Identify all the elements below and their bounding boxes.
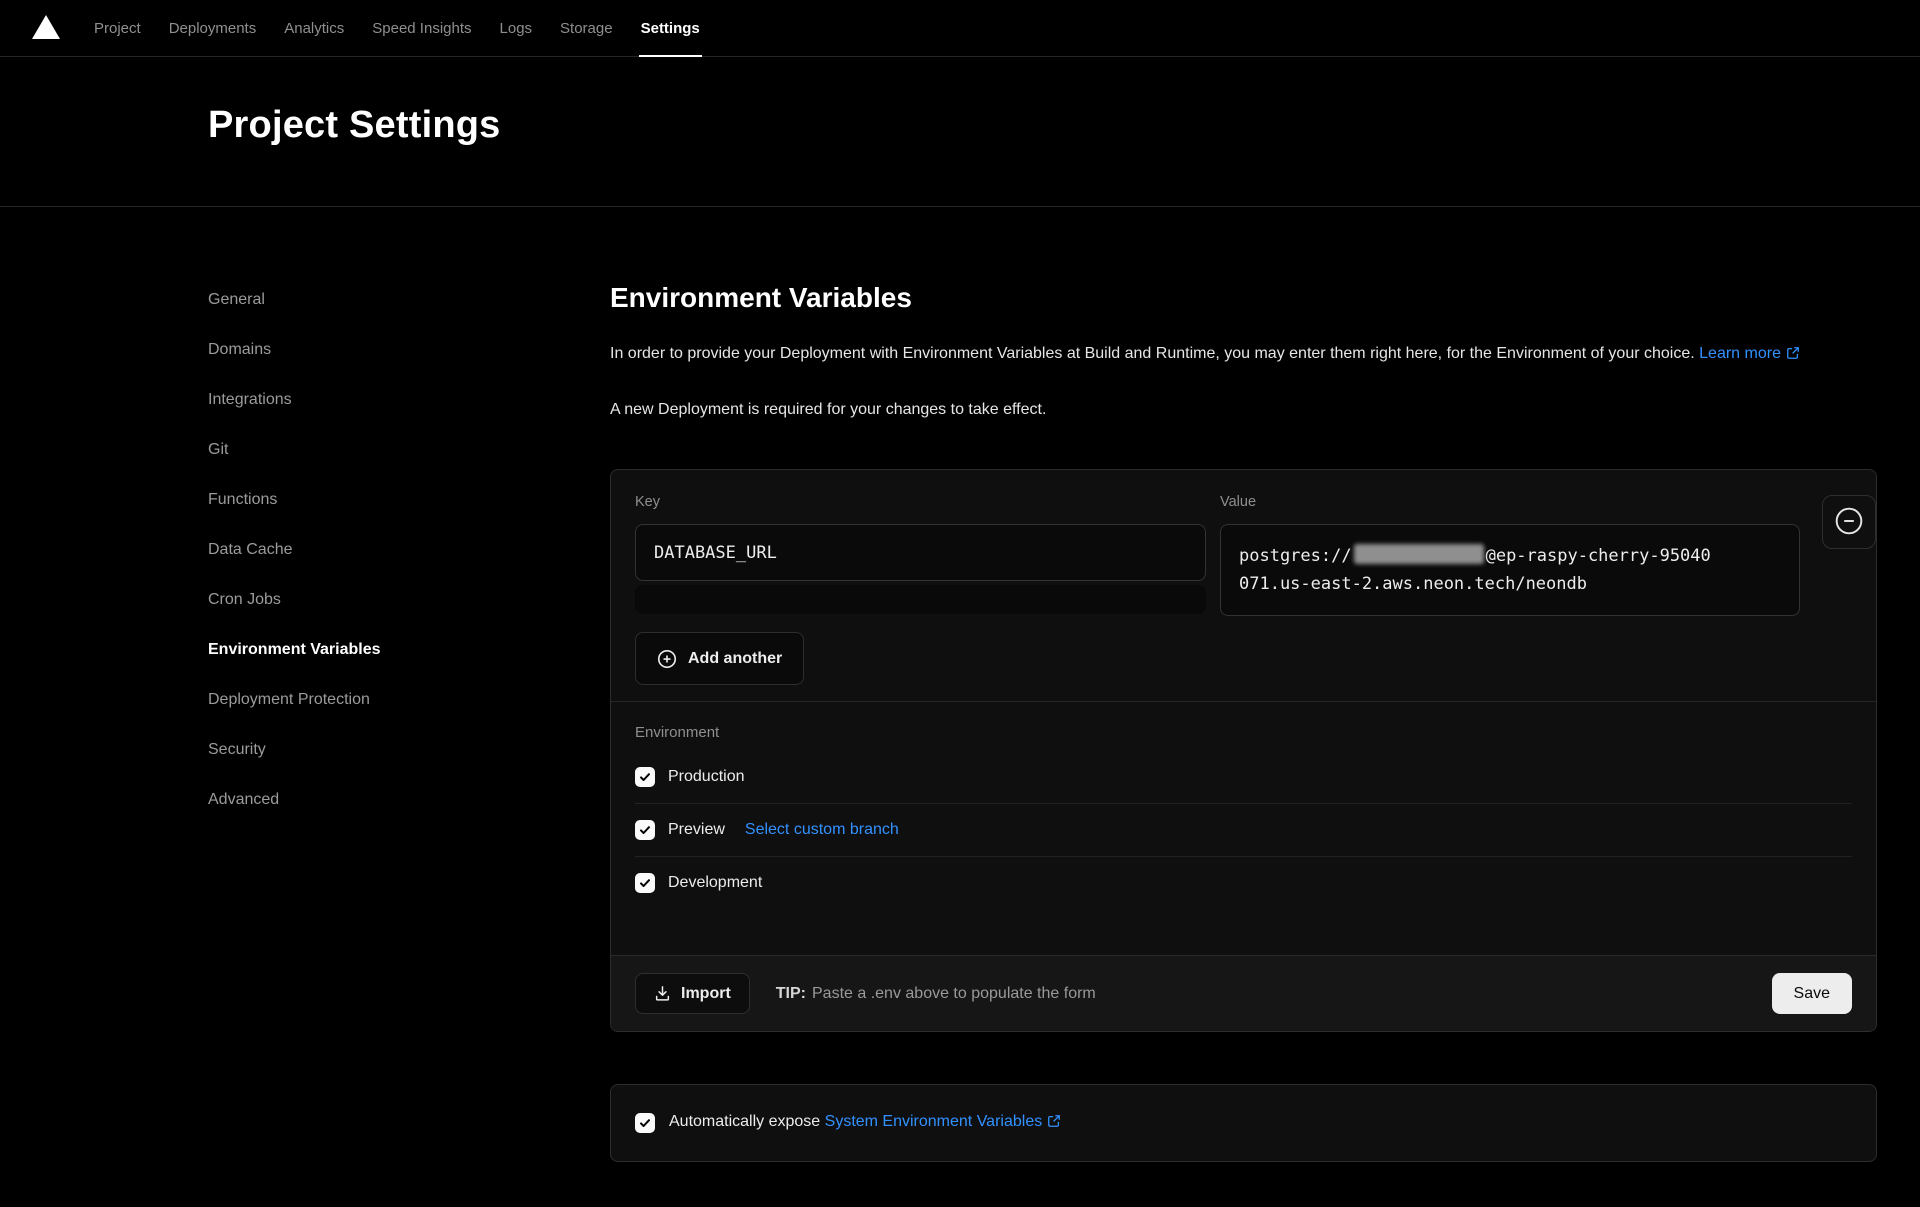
sidebar-item-advanced[interactable]: Advanced bbox=[208, 789, 610, 811]
external-link-icon bbox=[1047, 1114, 1061, 1133]
description-text: In order to provide your Deployment with… bbox=[610, 345, 1695, 362]
environment-section: Environment Production Preview Select cu… bbox=[635, 702, 1852, 931]
sidebar-item-functions[interactable]: Functions bbox=[208, 489, 610, 511]
value-label: Value bbox=[1220, 494, 1800, 510]
system-env-card: Automatically expose System Environment … bbox=[610, 1084, 1877, 1162]
top-navigation: Project Deployments Analytics Speed Insi… bbox=[0, 0, 1920, 57]
page-title: Project Settings bbox=[208, 101, 1920, 149]
preview-checkbox[interactable] bbox=[635, 820, 655, 840]
content-area: General Domains Integrations Git Functio… bbox=[0, 207, 1920, 1162]
environment-label: Environment bbox=[635, 724, 1852, 741]
key-label: Key bbox=[635, 494, 1206, 510]
sidebar-item-domains[interactable]: Domains bbox=[208, 339, 610, 361]
key-value-row: Key Value postgres:// @ep-raspy-cherry-95… bbox=[635, 494, 1852, 616]
key-input-extension[interactable] bbox=[635, 585, 1206, 614]
main-panel: Environment Variables In order to provid… bbox=[610, 207, 1877, 1162]
section-description: In order to provide your Deployment with… bbox=[610, 341, 1877, 369]
system-env-link-label: System Environment Variables bbox=[825, 1113, 1043, 1130]
add-another-button[interactable]: Add another bbox=[635, 632, 804, 685]
tab-storage[interactable]: Storage bbox=[546, 0, 627, 57]
value-prefix: postgres:// bbox=[1239, 546, 1352, 566]
tab-project[interactable]: Project bbox=[80, 0, 155, 57]
value-column: Value postgres:// @ep-raspy-cherry-95040 … bbox=[1220, 494, 1800, 616]
auto-expose-text: Automatically expose System Environment … bbox=[669, 1113, 1061, 1133]
section-title: Environment Variables bbox=[610, 281, 1877, 315]
value-suffix-line1: @ep-raspy-cherry-95040 bbox=[1486, 546, 1711, 566]
circle-minus-icon bbox=[1834, 506, 1864, 539]
value-line-1: postgres:// @ep-raspy-cherry-95040 bbox=[1239, 542, 1781, 570]
deployment-note: A new Deployment is required for your ch… bbox=[610, 397, 1877, 423]
key-column: Key bbox=[635, 494, 1206, 614]
sidebar-item-cron-jobs[interactable]: Cron Jobs bbox=[208, 589, 610, 611]
tab-speed-insights[interactable]: Speed Insights bbox=[358, 0, 485, 57]
save-button[interactable]: Save bbox=[1772, 973, 1852, 1014]
auto-expose-checkbox[interactable] bbox=[635, 1113, 655, 1133]
auto-expose-label: Automatically expose bbox=[669, 1113, 820, 1130]
sidebar-item-environment-variables[interactable]: Environment Variables bbox=[208, 639, 610, 661]
external-link-icon bbox=[1786, 343, 1800, 369]
production-label: Production bbox=[668, 768, 745, 786]
environment-row-preview: Preview Select custom branch bbox=[635, 804, 1852, 856]
sidebar-item-deployment-protection[interactable]: Deployment Protection bbox=[208, 689, 610, 711]
value-input[interactable]: postgres:// @ep-raspy-cherry-95040 071.us… bbox=[1220, 524, 1800, 616]
value-line-2: 071.us-east-2.aws.neon.tech/neondb bbox=[1239, 570, 1781, 598]
tab-logs[interactable]: Logs bbox=[486, 0, 547, 57]
learn-more-link[interactable]: Learn more bbox=[1699, 345, 1800, 362]
preview-label: Preview bbox=[668, 821, 725, 839]
tip-text: TIP: Paste a .env above to populate the f… bbox=[776, 985, 1096, 1003]
download-icon bbox=[654, 985, 671, 1002]
production-checkbox[interactable] bbox=[635, 767, 655, 787]
redacted-secret bbox=[1354, 544, 1484, 564]
select-custom-branch-link[interactable]: Select custom branch bbox=[745, 821, 899, 839]
environment-row-production: Production bbox=[635, 751, 1852, 803]
system-env-variables-link[interactable]: System Environment Variables bbox=[825, 1113, 1062, 1130]
sidebar-item-integrations[interactable]: Integrations bbox=[208, 389, 610, 411]
env-editor: Key Value postgres:// @ep-raspy-cherry-95… bbox=[611, 470, 1876, 955]
import-button[interactable]: Import bbox=[635, 973, 750, 1014]
card-footer: Import TIP: Paste a .env above to populat… bbox=[611, 955, 1876, 1031]
sidebar-item-data-cache[interactable]: Data Cache bbox=[208, 539, 610, 561]
circle-plus-icon bbox=[657, 649, 677, 669]
remove-variable-button[interactable] bbox=[1822, 495, 1876, 549]
sidebar-item-security[interactable]: Security bbox=[208, 739, 610, 761]
tip-body: Paste a .env above to populate the form bbox=[812, 985, 1096, 1002]
development-label: Development bbox=[668, 874, 762, 892]
sidebar-item-git[interactable]: Git bbox=[208, 439, 610, 461]
environment-row-development: Development bbox=[635, 857, 1852, 909]
learn-more-label: Learn more bbox=[1699, 345, 1781, 362]
key-input[interactable] bbox=[635, 524, 1206, 581]
import-label: Import bbox=[681, 985, 731, 1003]
tab-analytics[interactable]: Analytics bbox=[270, 0, 358, 57]
hero-section: Project Settings bbox=[0, 57, 1920, 207]
env-variables-card: Key Value postgres:// @ep-raspy-cherry-95… bbox=[610, 469, 1877, 1032]
settings-sidebar: General Domains Integrations Git Functio… bbox=[208, 207, 610, 1162]
add-another-label: Add another bbox=[688, 650, 782, 668]
tab-settings[interactable]: Settings bbox=[627, 0, 714, 57]
tab-deployments[interactable]: Deployments bbox=[155, 0, 271, 57]
vercel-logo-icon[interactable] bbox=[32, 15, 60, 39]
tip-prefix: TIP: bbox=[776, 985, 806, 1002]
sidebar-item-general[interactable]: General bbox=[208, 289, 610, 311]
development-checkbox[interactable] bbox=[635, 873, 655, 893]
